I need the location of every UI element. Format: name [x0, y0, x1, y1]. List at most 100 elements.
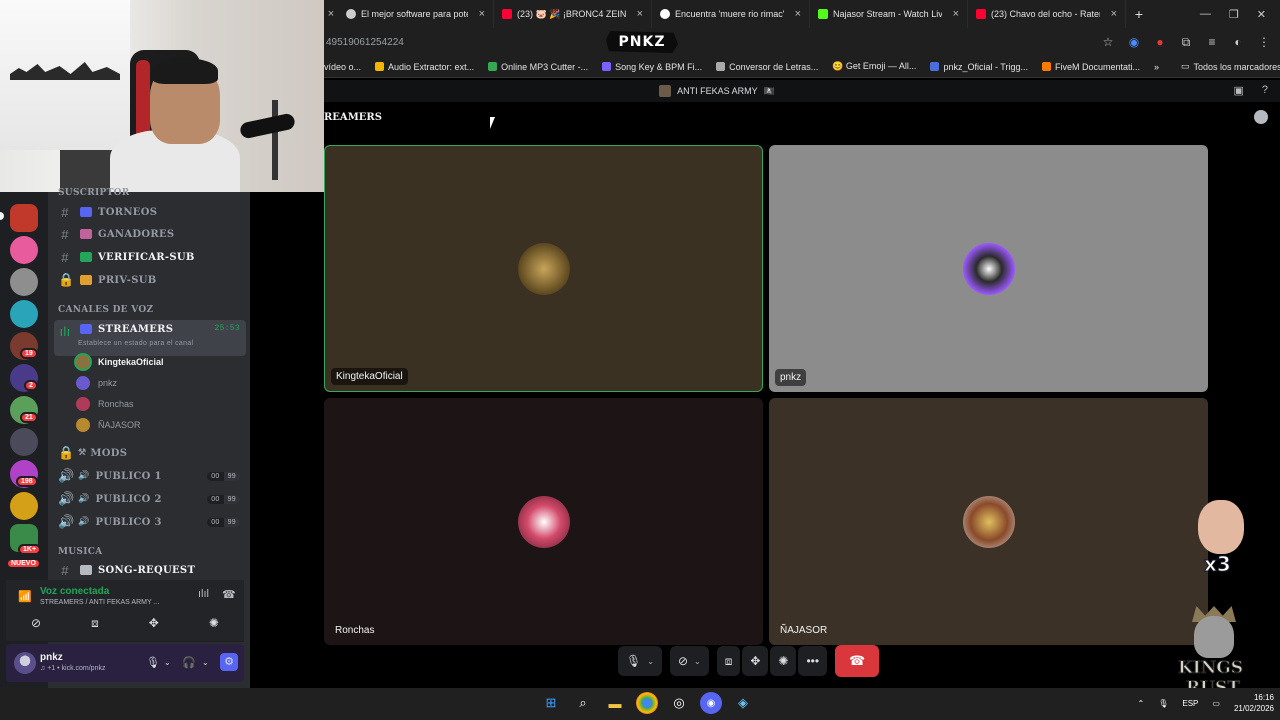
category-voice[interactable]: CANALES DE VOZ	[58, 305, 153, 315]
first-tab-close-icon[interactable]: ×	[324, 8, 338, 20]
language-indicator[interactable]: ESP	[1182, 699, 1198, 708]
voice-user[interactable]: pnkz	[76, 374, 117, 392]
tab-close-icon[interactable]: ×	[795, 8, 801, 20]
headphones-chevron-icon[interactable]: ⌄	[202, 658, 209, 667]
bookmark[interactable]: 😊 Get Emoji — All...	[832, 61, 916, 72]
channel-ganadores[interactable]: # GANADORES	[54, 224, 246, 244]
settings-gear-icon[interactable]: ⚙	[220, 653, 238, 671]
participant-tile-kingteka[interactable]: KingtekaOficial	[324, 145, 763, 392]
server-icon[interactable]	[10, 268, 38, 296]
category-suscriptor[interactable]: SUSCRIPTOR	[58, 188, 129, 198]
bookmark-star-icon[interactable]: ☆	[1102, 35, 1114, 49]
server-icon[interactable]	[10, 492, 38, 520]
signal-icon[interactable]: 📶	[18, 590, 32, 603]
activities-icon[interactable]: ✥	[149, 616, 159, 638]
new-tab-button[interactable]: +	[1126, 6, 1152, 22]
soundboard-icon[interactable]: ✺	[209, 616, 219, 638]
search-icon[interactable]: ⌕	[572, 692, 594, 714]
url-text[interactable]: 49519061254224	[324, 37, 404, 48]
windows-start-icon[interactable]: ⊞	[540, 692, 562, 714]
voice-channel-publico-2[interactable]: 🔊 🔊 PUBLICO 2 00 99	[54, 489, 246, 509]
camera-button[interactable]: ⊘ ⌄	[669, 646, 709, 676]
bookmark[interactable]: pnkz_Oficial - Trigg...	[930, 62, 1028, 72]
channel-song-request[interactable]: # SONG-REQUEST	[54, 560, 246, 580]
participant-tile-pnkz[interactable]: pnkz	[769, 145, 1208, 392]
profile-icon[interactable]: ◐	[1232, 35, 1244, 49]
bookmark[interactable]: Song Key & BPM Fi...	[602, 62, 702, 72]
user-name[interactable]: pnkz	[40, 652, 63, 663]
more-options-button[interactable]: •••	[798, 646, 828, 676]
server-icon[interactable]	[10, 236, 38, 264]
camera-off-icon[interactable]: ⊘	[31, 616, 41, 638]
participant-tile-ronchas[interactable]: Ronchas	[324, 398, 763, 645]
voice-user[interactable]: ÑAJASOR	[76, 416, 141, 434]
tab-close-icon[interactable]: ×	[1111, 8, 1117, 20]
extension-icon[interactable]: ◉	[1128, 35, 1140, 49]
tray-chevron-icon[interactable]: ⌃	[1138, 699, 1145, 708]
voice-channel-path[interactable]: STREAMERS / ANTI FEKAS ARMY ...	[40, 599, 159, 606]
soundboard-button[interactable]: ✺	[770, 646, 797, 676]
voice-status-title[interactable]: Voz conectada	[40, 586, 109, 597]
channel-torneos[interactable]: # TORNEOS	[54, 202, 246, 222]
server-icon[interactable]	[10, 204, 38, 232]
mute-button[interactable]: 🎙 ⌄	[618, 646, 662, 676]
bookmark[interactable]: Online MP3 Cutter -...	[488, 62, 588, 72]
headphones-icon[interactable]: 🎧	[182, 656, 196, 669]
discord-icon[interactable]: ◉	[700, 692, 722, 714]
menu-icon[interactable]: ⋮	[1258, 35, 1270, 49]
all-bookmarks-button[interactable]: ▭ Todos los marcadores	[1181, 61, 1280, 72]
browser-tab[interactable]: El mejor software para potenci ×	[338, 0, 494, 28]
bookmark[interactable]: vídeo o...	[324, 62, 361, 72]
screen-share-button[interactable]: ⧈	[716, 646, 741, 676]
voice-channel-publico-3[interactable]: 🔊 🔊 PUBLICO 3 00 99	[54, 512, 246, 532]
inbox-icon[interactable]: ▣	[1233, 84, 1243, 97]
server-icon[interactable]	[10, 300, 38, 328]
chrome-icon[interactable]	[636, 692, 658, 714]
tab-close-icon[interactable]: ×	[479, 8, 485, 20]
voice-channel-streamers[interactable]: ılı STREAMERS 25:53 Establece un estado …	[54, 320, 246, 356]
screen-share-icon[interactable]: ⧈	[91, 616, 99, 638]
channel-priv-sub[interactable]: 🔒 PRIV-SUB	[54, 270, 246, 290]
disconnect-icon[interactable]: ☎	[222, 588, 236, 601]
network-icon[interactable]: ▭	[1212, 699, 1220, 708]
participant-tile-najasor[interactable]: ÑAJASOR	[769, 398, 1208, 645]
chevron-down-icon[interactable]: ⌄	[647, 657, 654, 666]
voice-channel-publico-1[interactable]: 🔊 🔊 PUBLICO 1 00 99	[54, 466, 246, 486]
restore-icon[interactable]: ❐	[1229, 8, 1239, 21]
voice-user[interactable]: Ronchas	[76, 395, 134, 413]
extension-icon[interactable]: ●	[1154, 35, 1166, 49]
activities-button[interactable]: ✥	[742, 646, 769, 676]
close-window-icon[interactable]: ✕	[1257, 8, 1266, 21]
chat-bubble-icon[interactable]	[1254, 110, 1268, 124]
channel-status[interactable]: Establece un estado para el canal	[78, 340, 193, 347]
microphone-icon[interactable]: 🎙	[146, 656, 160, 669]
bookmark[interactable]: FiveM Documentati...	[1041, 62, 1140, 72]
server-icon[interactable]	[10, 428, 38, 456]
channel-verificar-sub[interactable]: # VERIFICAR-SUB	[54, 247, 246, 267]
chevron-down-icon[interactable]: ⌄	[694, 657, 701, 666]
tab-close-icon[interactable]: ×	[953, 8, 959, 20]
bookmark[interactable]: Conversor de Letras...	[716, 62, 818, 72]
tab-close-icon[interactable]: ×	[637, 8, 643, 20]
more-bookmarks-chevron-icon[interactable]: »	[1154, 62, 1159, 72]
category-musica[interactable]: MUSICA	[58, 547, 102, 557]
noise-suppression-icon[interactable]: ılıl	[198, 588, 209, 600]
browser-tab[interactable]: (23) Chavo del ocho - Ratero ( ×	[968, 0, 1126, 28]
help-icon[interactable]: ?	[1262, 84, 1268, 97]
obs-icon[interactable]: ◎	[668, 692, 690, 714]
user-avatar[interactable]	[14, 652, 36, 674]
browser-tab[interactable]: Najasor Stream - Watch Live on ×	[810, 0, 968, 28]
file-explorer-icon[interactable]: ▬	[604, 692, 626, 714]
steam-icon[interactable]: ◈	[732, 692, 754, 714]
voice-user[interactable]: KingtekaOficial	[76, 353, 164, 371]
browser-tab[interactable]: (23) 🐷 🎉 ¡BRONC4 ZEIN vs D ×	[494, 0, 652, 28]
puzzle-icon[interactable]: ⧉	[1180, 35, 1192, 49]
microphone-tray-icon[interactable]: 🎙	[1158, 699, 1168, 708]
disconnect-button[interactable]: ☎	[835, 645, 880, 677]
channel-mods[interactable]: 🔒 ⚒ MODS	[54, 443, 246, 463]
bookmark[interactable]: Audio Extractor: ext...	[375, 62, 474, 72]
minimize-icon[interactable]: —	[1200, 8, 1211, 21]
browser-tab[interactable]: Encuentra 'muere rio rimac' en ×	[652, 0, 810, 28]
media-icon[interactable]: ≡	[1206, 35, 1218, 49]
clock[interactable]: 16:16 21/02/2026	[1234, 692, 1274, 714]
